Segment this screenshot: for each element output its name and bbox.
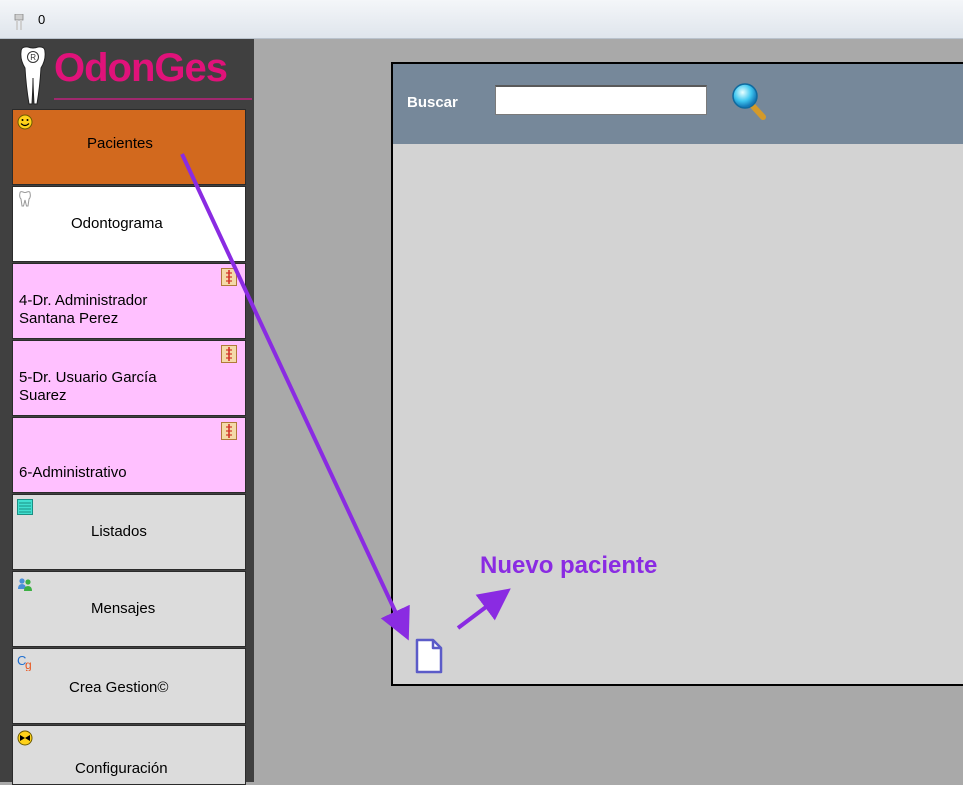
- agenda-icon: [221, 345, 237, 363]
- nav-item-pacientes[interactable]: Pacientes: [12, 109, 246, 185]
- nav-item-doctor-4[interactable]: 4-Dr. Administrador Santana Perez: [12, 263, 246, 339]
- list-icon: [17, 499, 33, 515]
- search-bar: Buscar: [393, 64, 963, 144]
- doctor-name-line1: 5-Dr. Usuario García: [19, 369, 157, 386]
- search-input[interactable]: [495, 85, 707, 115]
- tooth-icon: [19, 191, 31, 207]
- nav-item-mensajes[interactable]: Mensajes: [12, 571, 246, 647]
- agenda-icon: [221, 268, 237, 286]
- logo-text: OdonGes: [54, 46, 228, 90]
- app-logo: R OdonGes: [12, 42, 252, 112]
- nav-item-label: Odontograma: [71, 215, 163, 232]
- crea-gestion-icon: C g: [17, 653, 32, 671]
- top-bar: 0: [0, 0, 963, 39]
- nav-item-label: Listados: [91, 523, 147, 540]
- nav-item-label: Crea Gestion©: [69, 679, 169, 696]
- smiley-icon: [17, 114, 33, 130]
- nav-item-administrativo[interactable]: 6-Administrativo: [12, 417, 246, 493]
- tooth-logo-icon: R: [20, 46, 46, 105]
- nav-item-label: Configuración: [75, 760, 168, 777]
- doctor-name-line1: 4-Dr. Administrador: [19, 292, 148, 309]
- nav-item-odontograma[interactable]: Odontograma: [12, 186, 246, 262]
- nav-item-label: Mensajes: [91, 600, 156, 617]
- nav-item-doctor-5[interactable]: 5-Dr. Usuario García Suarez: [12, 340, 246, 416]
- new-patient-annotation: Nuevo paciente: [480, 552, 658, 579]
- nav-item-crea-gestion[interactable]: C g Crea Gestion©: [12, 648, 246, 724]
- doctor-name-line2: Santana Perez: [19, 310, 119, 327]
- doctor-name-line2: Suarez: [19, 387, 67, 404]
- nav-item-label: Pacientes: [87, 135, 153, 152]
- search-icon[interactable]: [731, 82, 767, 120]
- top-bar-count: 0: [38, 12, 46, 27]
- nav-item-configuracion[interactable]: Configuración: [12, 725, 246, 785]
- new-patient-icon[interactable]: [413, 636, 445, 676]
- patients-panel: Buscar: [391, 62, 963, 686]
- sidebar: R OdonGes Pacientes Odontograma 4-Dr. Ad…: [0, 39, 254, 785]
- search-label: Buscar: [407, 94, 458, 111]
- users-icon: [18, 578, 32, 591]
- agenda-icon: [221, 422, 237, 440]
- svg-text:g: g: [25, 658, 32, 671]
- svg-text:R: R: [30, 53, 36, 62]
- logo-underline: [54, 98, 252, 100]
- app-small-icon: [14, 14, 24, 30]
- nav-item-label: 6-Administrativo: [19, 464, 127, 481]
- nav-item-listados[interactable]: Listados: [12, 494, 246, 570]
- config-icon: [17, 730, 33, 746]
